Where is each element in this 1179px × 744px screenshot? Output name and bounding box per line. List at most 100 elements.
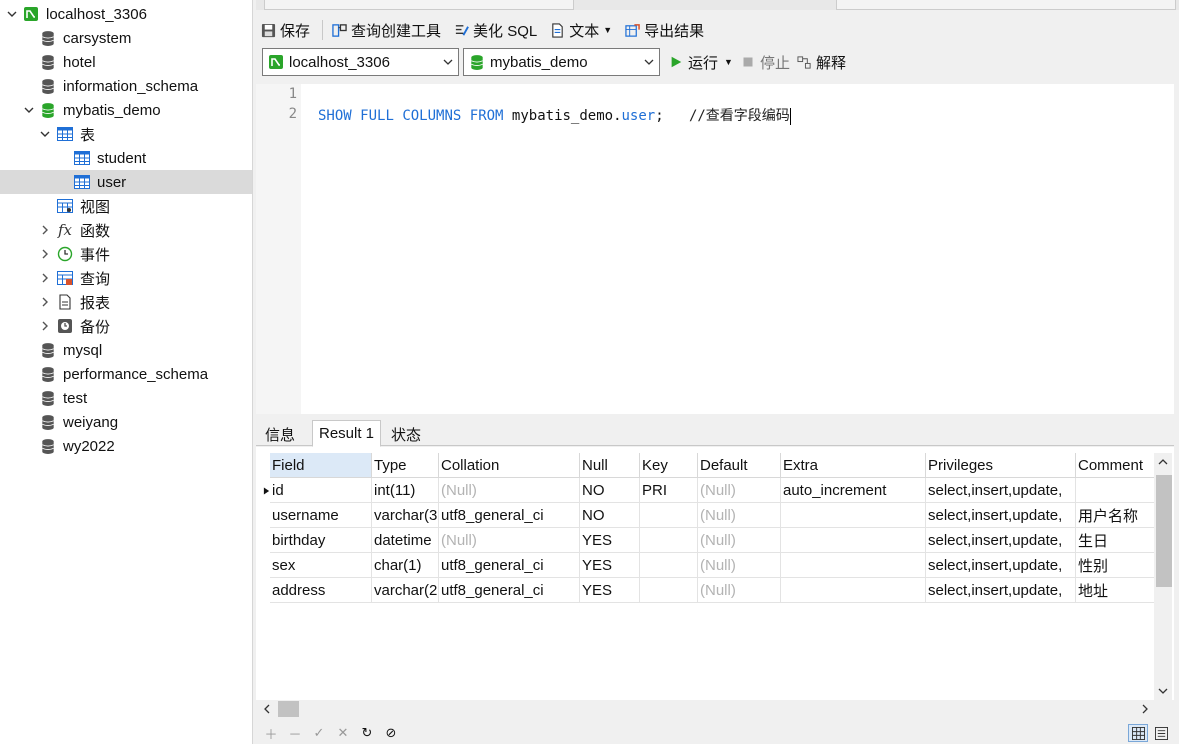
grid-cell[interactable]: (Null) xyxy=(698,528,781,553)
grid-cell[interactable]: 地址 xyxy=(1076,578,1156,603)
grid-cell[interactable] xyxy=(781,553,926,578)
column-header-extra[interactable]: Extra xyxy=(781,453,926,478)
scroll-down-icon[interactable] xyxy=(1154,682,1172,700)
tab-status[interactable]: 状态 xyxy=(384,422,428,446)
grid-cell[interactable]: varchar(256) xyxy=(372,578,439,603)
grid-cell[interactable]: (Null) xyxy=(698,478,781,503)
column-header-collation[interactable]: Collation xyxy=(439,453,580,478)
scroll-thumb[interactable] xyxy=(1156,475,1172,587)
grid-cell[interactable]: utf8_general_ci xyxy=(439,578,580,603)
grid-cell[interactable]: (Null) xyxy=(439,478,580,503)
tree-db-test[interactable]: test xyxy=(0,386,252,410)
explain-button[interactable]: 解释 xyxy=(796,51,846,73)
export-results-button[interactable]: 导出结果 xyxy=(620,18,708,42)
grid-cell[interactable]: datetime xyxy=(372,528,439,553)
grid-cell[interactable]: (Null) xyxy=(698,553,781,578)
chevron-down-icon[interactable] xyxy=(6,8,18,20)
grid-cell[interactable]: select,insert,update, xyxy=(926,503,1076,528)
sql-editor[interactable]: 1 2 SHOW FULL COLUMNS FROM mybatis_demo.… xyxy=(256,84,1174,414)
grid-cell[interactable]: YES xyxy=(580,528,640,553)
column-header-null[interactable]: Null xyxy=(580,453,640,478)
tree-table-student[interactable]: student xyxy=(0,146,252,170)
grid-cell[interactable]: id xyxy=(270,478,372,503)
tree-group-function[interactable]: fx 函数 xyxy=(0,218,252,242)
grid-cell[interactable] xyxy=(640,578,698,603)
form-view-icon[interactable] xyxy=(1152,724,1170,742)
horizontal-scrollbar[interactable] xyxy=(256,700,1154,718)
grid-cell[interactable]: 性别 xyxy=(1076,553,1156,578)
tree-db-weiyang[interactable]: weiyang xyxy=(0,410,252,434)
chevron-right-icon[interactable] xyxy=(39,320,51,332)
connection-select[interactable]: localhost_3306 xyxy=(262,48,459,76)
tab-query-2[interactable] xyxy=(836,0,1176,10)
chevron-right-icon[interactable] xyxy=(39,224,51,236)
tree-db-performance_schema[interactable]: performance_schema xyxy=(0,362,252,386)
grid-cell[interactable]: varchar(32) xyxy=(372,503,439,528)
grid-cell[interactable]: username xyxy=(270,503,372,528)
discard-changes-icon[interactable]: ✕ xyxy=(334,724,352,742)
grid-cell[interactable] xyxy=(640,553,698,578)
column-header-comment[interactable]: Comment xyxy=(1076,453,1156,478)
grid-cell[interactable]: select,insert,update, xyxy=(926,553,1076,578)
grid-cell[interactable]: char(1) xyxy=(372,553,439,578)
tree-group-backup[interactable]: 备份 xyxy=(0,314,252,338)
tree-db-mybatis_demo[interactable]: mybatis_demo xyxy=(0,98,252,122)
tree-db-information_schema[interactable]: information_schema xyxy=(0,74,252,98)
delete-record-icon[interactable]: － xyxy=(286,724,304,742)
grid-cell[interactable]: sex xyxy=(270,553,372,578)
grid-cell[interactable]: PRI xyxy=(640,478,698,503)
grid-cell[interactable]: select,insert,update, xyxy=(926,528,1076,553)
scroll-up-icon[interactable] xyxy=(1154,453,1172,471)
tree-db-carsystem[interactable]: carsystem xyxy=(0,26,252,50)
scroll-left-icon[interactable] xyxy=(258,700,276,718)
column-header-default[interactable]: Default xyxy=(698,453,781,478)
grid-cell[interactable]: 用户名称 xyxy=(1076,503,1156,528)
grid-cell[interactable]: YES xyxy=(580,553,640,578)
tree-db-hotel[interactable]: hotel xyxy=(0,50,252,74)
text-button[interactable]: 文本 ▼ xyxy=(545,18,616,42)
grid-cell[interactable] xyxy=(781,503,926,528)
tree-group-report[interactable]: 报表 xyxy=(0,290,252,314)
grid-view-icon[interactable] xyxy=(1128,724,1148,742)
chevron-down-icon[interactable] xyxy=(39,128,51,140)
apply-changes-icon[interactable]: ✓ xyxy=(310,724,328,742)
grid-cell[interactable]: select,insert,update, xyxy=(926,478,1076,503)
grid-cell[interactable]: birthday xyxy=(270,528,372,553)
beautify-sql-button[interactable]: 美化 SQL xyxy=(449,18,541,42)
chevron-right-icon[interactable] xyxy=(39,272,51,284)
tree-table-user[interactable]: user xyxy=(0,170,252,194)
tree-db-mysql[interactable]: mysql xyxy=(0,338,252,362)
grid-cell[interactable]: int(11) xyxy=(372,478,439,503)
grid-cell[interactable] xyxy=(640,528,698,553)
grid-cell[interactable]: 生日 xyxy=(1076,528,1156,553)
grid-cell[interactable]: address xyxy=(270,578,372,603)
tab-info[interactable]: 信息 xyxy=(258,422,302,446)
tree-db-wy2022[interactable]: wy2022 xyxy=(0,434,252,458)
grid-cell[interactable] xyxy=(781,578,926,603)
tree-group-clock[interactable]: 事件 xyxy=(0,242,252,266)
chevron-right-icon[interactable] xyxy=(39,248,51,260)
grid-cell[interactable]: (Null) xyxy=(698,503,781,528)
tree-connection[interactable]: localhost_3306 xyxy=(0,2,252,26)
grid-cell[interactable] xyxy=(781,528,926,553)
tab-query-1[interactable] xyxy=(264,0,574,10)
database-select[interactable]: mybatis_demo xyxy=(463,48,660,76)
refresh-icon[interactable]: ↻ xyxy=(358,724,376,742)
grid-cell[interactable]: select,insert,update, xyxy=(926,578,1076,603)
grid-cell[interactable]: NO xyxy=(580,478,640,503)
run-button[interactable]: 运行 ▼ xyxy=(668,51,733,73)
tab-result-1[interactable]: Result 1 xyxy=(312,420,382,447)
column-header-key[interactable]: Key xyxy=(640,453,698,478)
grid-cell[interactable]: utf8_general_ci xyxy=(439,503,580,528)
grid-cell[interactable] xyxy=(640,503,698,528)
column-header-privileges[interactable]: Privileges xyxy=(926,453,1076,478)
grid-cell[interactable]: (Null) xyxy=(439,528,580,553)
chevron-right-icon[interactable] xyxy=(39,296,51,308)
chevron-down-icon[interactable] xyxy=(23,104,35,116)
grid-cell[interactable]: utf8_general_ci xyxy=(439,553,580,578)
grid-cell[interactable]: auto_increment xyxy=(781,478,926,503)
stop-query-icon[interactable]: ⊘ xyxy=(382,724,400,742)
grid-cell[interactable]: (Null) xyxy=(698,578,781,603)
tree-group-query[interactable]: 查询 xyxy=(0,266,252,290)
tree-tables-folder[interactable]: 表 xyxy=(0,122,252,146)
